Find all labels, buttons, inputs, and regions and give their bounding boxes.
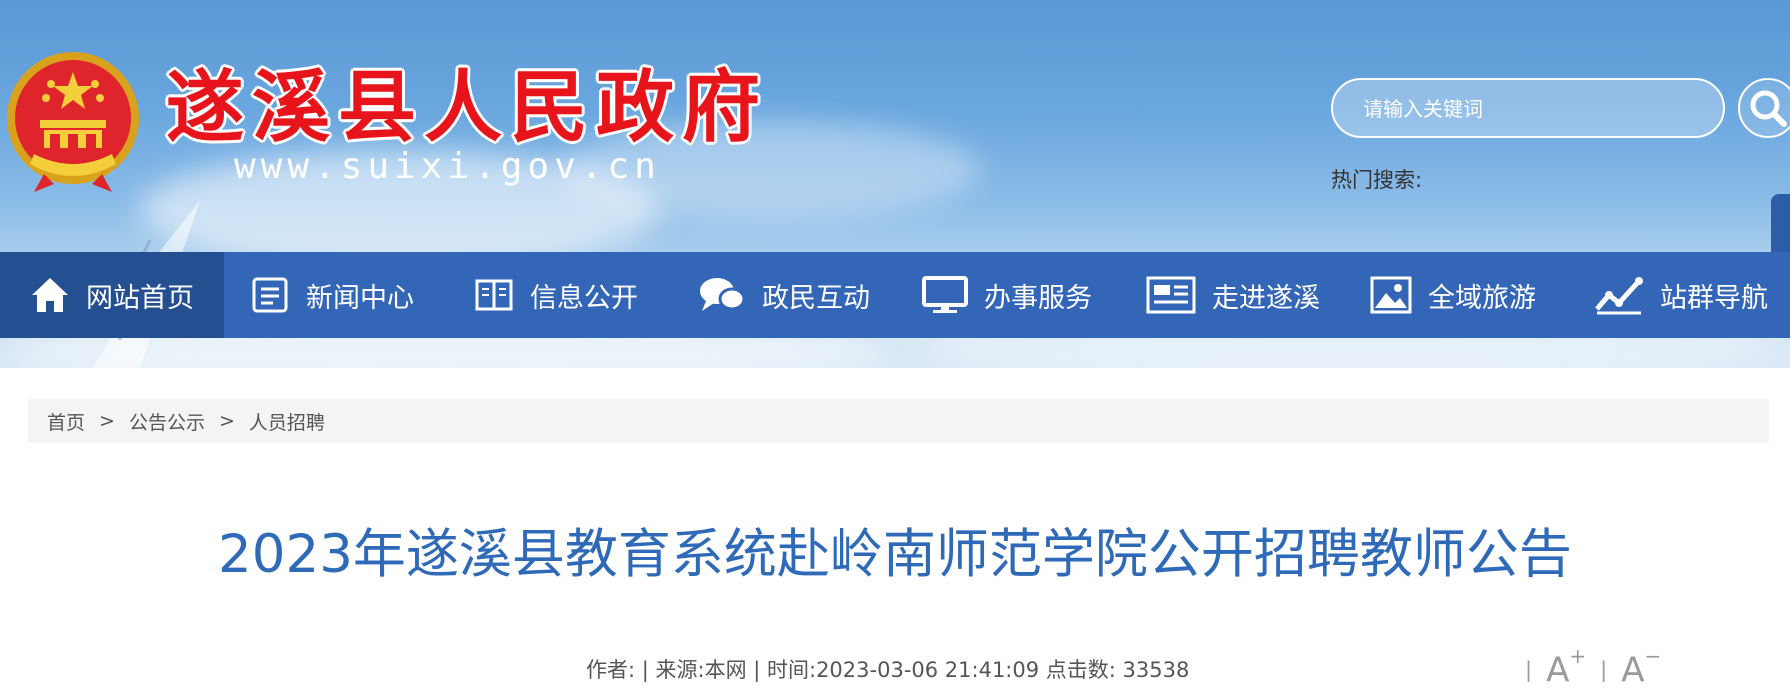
nav-item-home[interactable]: 网站首页 — [0, 252, 224, 338]
font-size-tools: | A+ | A− — [1525, 644, 1675, 691]
font-tools-separator: | — [1525, 658, 1533, 683]
national-emblem-logo — [7, 52, 139, 192]
article-meta: 作者: | 来源:本网 | 时间:2023-03-06 21:41:09 点击数… — [586, 658, 1190, 682]
main-nav: 网站首页 新闻中心 信息公开 政民互动 办事服务 走进遂溪 全域旅游 站群导航 — [0, 252, 1790, 338]
nav-item-label: 站群导航 — [1660, 282, 1768, 314]
hot-search-label: 热门搜索: — [1331, 168, 1423, 192]
nav-item-label: 办事服务 — [984, 282, 1092, 314]
image-icon — [1370, 275, 1412, 315]
news-icon — [250, 275, 290, 315]
search-input[interactable] — [1361, 80, 1705, 138]
font-decrease-button[interactable]: A− — [1621, 644, 1661, 691]
nav-item-site-nav[interactable]: 站群导航 — [1568, 252, 1790, 338]
chart-icon — [1594, 275, 1644, 315]
home-icon — [30, 275, 70, 315]
search-box — [1331, 78, 1725, 138]
nav-item-about[interactable]: 走进遂溪 — [1120, 252, 1344, 338]
font-tools-separator: | — [1600, 658, 1608, 683]
font-increase-button[interactable]: A+ — [1546, 644, 1586, 691]
nav-item-label: 走进遂溪 — [1212, 282, 1320, 314]
nav-item-label: 政民互动 — [762, 282, 870, 314]
minus-icon: − — [1644, 644, 1662, 668]
breadcrumb-announcements-link[interactable]: 公告公示 — [129, 408, 205, 435]
nav-item-info[interactable]: 信息公开 — [448, 252, 672, 338]
font-letter: A — [1546, 650, 1570, 691]
site-title: 遂溪县人民政府 — [166, 62, 769, 153]
nav-item-tourism[interactable]: 全域旅游 — [1344, 252, 1568, 338]
search-icon — [1750, 90, 1787, 127]
nav-item-label: 网站首页 — [86, 282, 194, 314]
nav-item-label: 信息公开 — [530, 282, 638, 314]
breadcrumb-separator: > — [99, 410, 115, 432]
breadcrumb-home-link[interactable]: 首页 — [47, 408, 85, 435]
breadcrumb-separator: > — [218, 410, 235, 432]
breadcrumb: 首页 > 公告公示 > 人员招聘 — [28, 399, 1769, 443]
nav-item-label: 全域旅游 — [1428, 282, 1536, 314]
nav-item-services[interactable]: 办事服务 — [896, 252, 1120, 338]
nav-item-news[interactable]: 新闻中心 — [224, 252, 448, 338]
plus-icon: + — [1569, 644, 1587, 668]
font-letter: A — [1621, 650, 1645, 691]
book-icon — [474, 275, 514, 315]
nav-item-label: 新闻中心 — [306, 282, 414, 314]
chat-icon — [698, 275, 746, 315]
breadcrumb-recruitment-link[interactable]: 人员招聘 — [249, 408, 325, 435]
search-button[interactable] — [1738, 78, 1790, 138]
monitor-icon — [922, 275, 968, 315]
article-title: 2023年遂溪县教育系统赴岭南师范学院公开招聘教师公告 — [218, 524, 1572, 585]
newspaper-icon — [1146, 275, 1196, 315]
nav-item-interaction[interactable]: 政民互动 — [672, 252, 896, 338]
site-url: www.suixi.gov.cn — [234, 146, 661, 187]
